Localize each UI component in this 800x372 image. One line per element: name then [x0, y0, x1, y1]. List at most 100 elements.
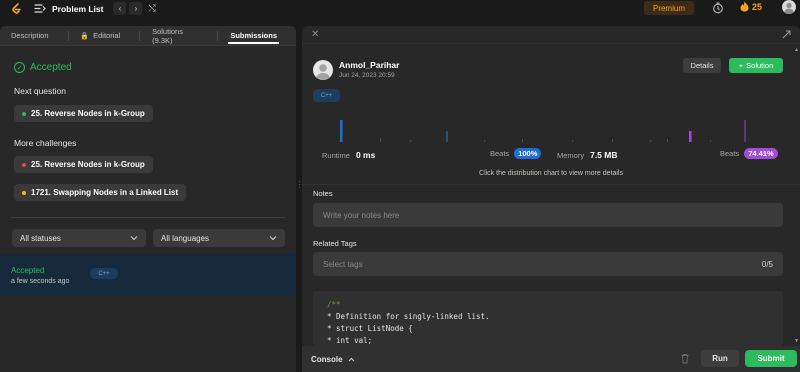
- console-label: Console: [311, 354, 343, 364]
- problem-list-link[interactable]: Problem List: [52, 4, 103, 14]
- tags-placeholder: Select tags: [323, 259, 363, 269]
- memory-bar-highlight: [689, 131, 692, 142]
- code-line: /**: [327, 300, 341, 309]
- memory-beats-badge: 74.41%: [744, 148, 778, 159]
- memory-bar: [650, 140, 651, 142]
- accepted-status: ✓ Accepted: [14, 62, 72, 73]
- challenge-link[interactable]: 25. Reverse Nodes in k-Group: [14, 156, 153, 173]
- tab-description-label: Description: [11, 31, 49, 40]
- memory-beats: Beats 74.41%: [720, 148, 778, 159]
- notes-placeholder: Write your notes here: [323, 210, 400, 220]
- beats-label: Beats: [490, 149, 510, 158]
- streak-count: 25: [752, 1, 763, 12]
- tab-description[interactable]: Description: [11, 31, 49, 40]
- timer-icon[interactable]: [712, 2, 724, 14]
- detail-header: ✕: [302, 26, 800, 44]
- add-solution-button[interactable]: + Solution: [729, 58, 783, 73]
- prev-problem-button[interactable]: ‹: [113, 2, 127, 15]
- tab-submissions[interactable]: Submissions: [228, 31, 279, 44]
- submit-button[interactable]: Submit: [745, 350, 797, 367]
- challenge-title: 1721. Swapping Nodes in a Linked List: [31, 188, 179, 197]
- panel-resize-handle[interactable]: · · ·: [298, 178, 301, 192]
- submission-date: Jun 24, 2023 20:59: [339, 72, 395, 79]
- code-viewer[interactable]: /** * Definition for singly-linked list.…: [313, 291, 783, 346]
- accepted-label: Accepted: [30, 62, 72, 73]
- language-filter-select[interactable]: All languages: [153, 229, 285, 247]
- problem-list-icon[interactable]: [34, 4, 46, 14]
- submission-language-badge: C++: [90, 268, 118, 279]
- chevron-down-icon: [130, 236, 138, 241]
- avatar[interactable]: [782, 0, 796, 14]
- plus-icon: +: [738, 61, 744, 70]
- editorial-icon: 🔒: [80, 32, 90, 40]
- runtime-bar: [446, 131, 448, 142]
- tab-divider: [217, 30, 219, 41]
- submission-status: Accepted: [11, 266, 45, 275]
- scroll-up-icon[interactable]: ▲: [794, 47, 799, 53]
- top-bar: Problem List ‹ › ⤭ Premium 25: [0, 0, 800, 17]
- trash-icon[interactable]: [680, 353, 690, 364]
- distribution-chart[interactable]: [312, 116, 790, 146]
- next-question-heading: Next question: [14, 86, 66, 96]
- add-solution-label: Solution: [746, 61, 774, 70]
- status-filter-value: All statuses: [20, 233, 61, 243]
- runtime-beats-badge: 100%: [514, 148, 542, 159]
- code-line: * Definition for singly-linked list.: [327, 312, 490, 321]
- bottom-bar: Console Run Submit: [302, 346, 800, 372]
- close-icon[interactable]: ✕: [311, 29, 319, 40]
- console-toggle[interactable]: Console: [311, 355, 355, 364]
- chart-hint: Click the distribution chart to view mor…: [479, 170, 623, 177]
- run-button[interactable]: Run: [701, 350, 739, 367]
- runtime-label: Runtime: [322, 150, 350, 160]
- code-line: * struct ListNode {: [327, 324, 413, 333]
- difficulty-dot: [22, 162, 26, 167]
- language-badge: C++: [313, 89, 340, 102]
- tab-submissions-label: Submissions: [230, 31, 278, 40]
- tab-divider: [139, 30, 141, 41]
- tags-count: 0/5: [761, 259, 773, 269]
- tab-bar: Description 🔒 Editorial Solutions (9.3K) …: [0, 26, 296, 46]
- runtime-bar-highlight: [340, 120, 343, 142]
- runtime-bar: [522, 139, 523, 142]
- difficulty-dot: [22, 111, 26, 116]
- details-button[interactable]: Details: [683, 58, 721, 73]
- shuffle-icon[interactable]: ⤭: [148, 3, 155, 14]
- runtime-bar: [484, 140, 485, 142]
- next-question-link[interactable]: 25. Reverse Nodes in k-Group: [14, 105, 153, 122]
- section-divider: [302, 184, 800, 185]
- tab-editorial-label: Editorial: [93, 31, 121, 40]
- user-name[interactable]: Anmol_Parihar: [339, 60, 399, 70]
- tab-solutions[interactable]: Solutions (9.3K): [152, 27, 198, 45]
- expand-icon[interactable]: [782, 30, 791, 39]
- memory-bar: [710, 140, 711, 142]
- submission-time: a few seconds ago: [11, 278, 70, 285]
- scroll-down-icon[interactable]: ▼: [794, 338, 799, 344]
- next-problem-button[interactable]: ›: [129, 2, 143, 15]
- section-divider: [11, 217, 285, 218]
- notes-input[interactable]: Write your notes here: [313, 203, 783, 227]
- runtime-bar: [380, 138, 381, 142]
- memory-value: 7.5 MB: [590, 150, 618, 160]
- submission-row[interactable]: Accepted a few seconds ago C++: [0, 254, 296, 296]
- memory-stat: Memory 7.5 MB: [557, 150, 618, 160]
- premium-button[interactable]: Premium: [644, 1, 694, 15]
- challenge-link[interactable]: 1721. Swapping Nodes in a Linked List: [14, 184, 187, 201]
- tags-select[interactable]: Select tags 0/5: [313, 252, 783, 276]
- memory-label: Memory: [557, 150, 585, 160]
- tab-editorial[interactable]: 🔒 Editorial: [80, 31, 120, 40]
- runtime-beats: Beats 100%: [490, 148, 542, 159]
- streak-counter[interactable]: 25: [740, 1, 762, 12]
- leetcode-logo-icon[interactable]: [10, 2, 22, 15]
- language-filter-value: All languages: [161, 233, 210, 243]
- user-avatar[interactable]: [313, 60, 333, 80]
- chevron-down-icon: [269, 236, 277, 241]
- runtime-bar: [410, 140, 411, 142]
- fire-icon: [740, 1, 749, 12]
- right-panel: ✕ ▲ Anmol_Parihar Jun 24, 2023 20:59 Det…: [302, 26, 800, 372]
- next-question-title: 25. Reverse Nodes in k-Group: [31, 109, 145, 118]
- code-line: * int val;: [327, 336, 373, 345]
- status-filter-select[interactable]: All statuses: [12, 229, 146, 247]
- memory-bar: [667, 139, 668, 142]
- chevron-up-icon: [348, 357, 354, 361]
- runtime-value: 0 ms: [355, 150, 376, 160]
